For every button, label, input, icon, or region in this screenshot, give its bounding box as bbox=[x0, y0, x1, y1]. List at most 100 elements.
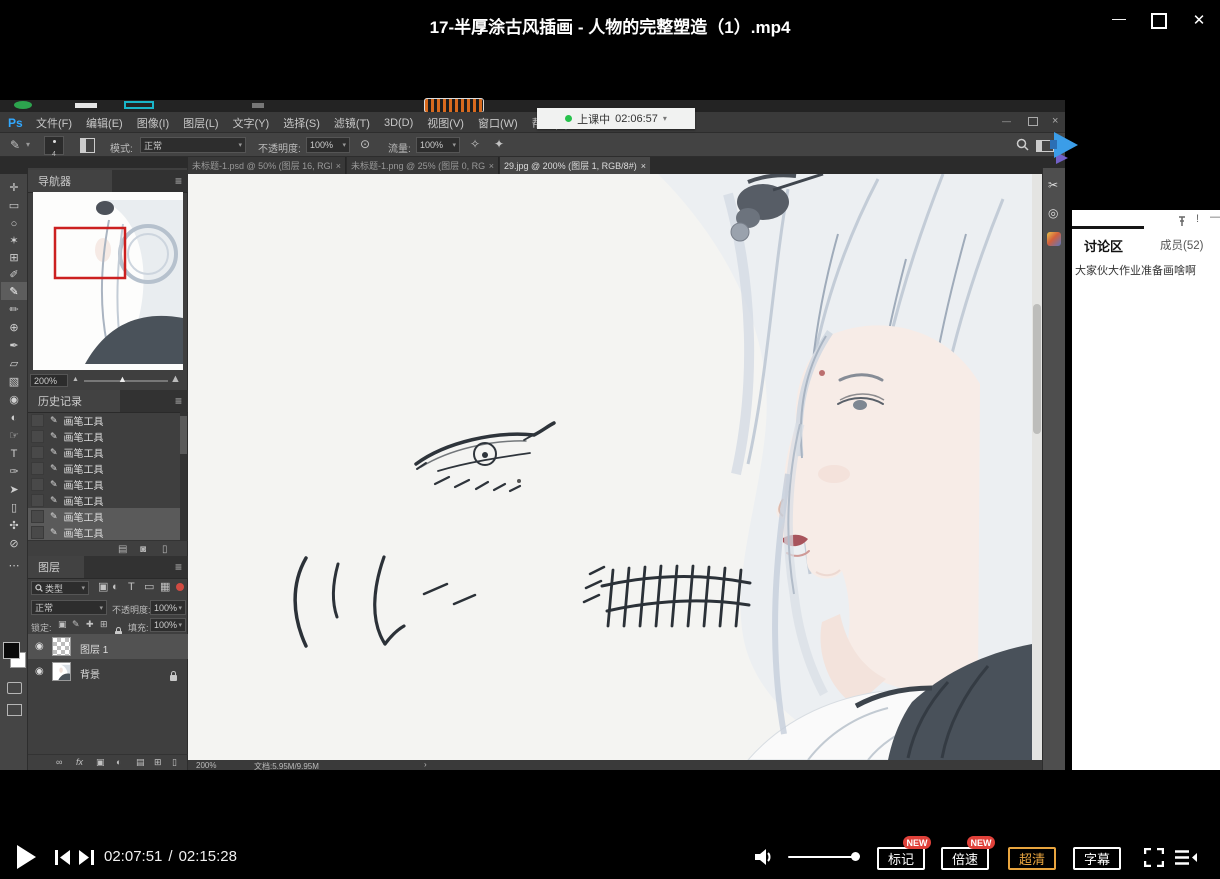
history-scrollbar[interactable] bbox=[180, 412, 187, 540]
history-source-checkbox[interactable] bbox=[31, 510, 44, 523]
volume-icon[interactable] bbox=[752, 846, 774, 868]
layer-mask-icon[interactable]: ▣ bbox=[96, 758, 105, 767]
window-maximize-button[interactable] bbox=[1151, 13, 1167, 29]
history-source-checkbox[interactable] bbox=[31, 494, 44, 507]
canvas-scrollbar-thumb[interactable] bbox=[1033, 304, 1041, 434]
tab-discussion[interactable]: 讨论区 bbox=[1084, 236, 1123, 255]
airbrush-icon[interactable]: ✧ bbox=[470, 138, 480, 150]
new-layer-icon[interactable]: ⊞ bbox=[154, 758, 162, 767]
canvas[interactable] bbox=[188, 174, 1032, 760]
layer-thumbnail[interactable] bbox=[52, 637, 71, 656]
history-brush-tool-icon[interactable]: ✒ bbox=[0, 338, 28, 355]
search-icon[interactable] bbox=[1016, 138, 1029, 151]
path-select-tool-icon[interactable]: ➤ bbox=[0, 482, 28, 499]
chat-minimize-icon[interactable]: — bbox=[1210, 211, 1220, 223]
screen-mode-icon[interactable] bbox=[7, 704, 22, 716]
previous-button[interactable] bbox=[54, 849, 71, 866]
navigator-thumbnail[interactable] bbox=[33, 192, 183, 370]
foreground-color-swatch[interactable] bbox=[3, 642, 20, 659]
history-source-checkbox[interactable] bbox=[31, 446, 44, 459]
lasso-tool-icon[interactable]: ○ bbox=[0, 216, 28, 233]
brush-preset-chevron-icon[interactable]: ▾ bbox=[26, 141, 30, 149]
filter-smartobj-icon[interactable]: ▦ bbox=[160, 582, 170, 593]
navigator-zoom-field[interactable]: 200% bbox=[30, 374, 68, 387]
zoom-in-icon[interactable]: ▲ bbox=[170, 373, 181, 385]
ps-maximize-button[interactable] bbox=[1028, 117, 1038, 126]
lock-artboard-icon[interactable]: ⊞ bbox=[100, 620, 108, 629]
layer-row-selected[interactable]: ◉ 图层 1 bbox=[28, 634, 188, 659]
history-source-checkbox[interactable] bbox=[31, 430, 44, 443]
marquee-tool-icon[interactable]: ▭ bbox=[0, 198, 28, 215]
panel-menu-icon[interactable]: ≡ bbox=[175, 174, 182, 188]
subtitle-button[interactable]: 字幕 bbox=[1073, 847, 1121, 870]
magic-wand-tool-icon[interactable]: ✶ bbox=[0, 233, 28, 250]
filter-adjustment-icon[interactable]: ◐ bbox=[112, 582, 119, 593]
delete-state-icon[interactable]: ▯ bbox=[162, 544, 168, 555]
brush-preview[interactable]: 4 bbox=[44, 136, 64, 155]
layer-name[interactable]: 图层 1 bbox=[80, 641, 108, 656]
new-snapshot-icon[interactable]: ◙ bbox=[140, 544, 146, 555]
pin-icon[interactable] bbox=[1177, 215, 1187, 227]
statusbar-chevron-icon[interactable]: › bbox=[424, 760, 427, 769]
adjustment-layer-icon[interactable]: ◐ bbox=[116, 758, 121, 767]
pressure-opacity-icon[interactable]: ⊙ bbox=[360, 138, 370, 150]
toggle-brush-panel-icon[interactable] bbox=[80, 138, 95, 153]
layer-group-icon[interactable]: ▤ bbox=[136, 758, 145, 767]
link-layers-icon[interactable]: ∞ bbox=[56, 758, 62, 767]
history-tab[interactable]: 历史记录 bbox=[28, 390, 120, 412]
layer-row-background[interactable]: ◉ 背景 bbox=[28, 659, 188, 684]
panel-menu-icon[interactable]: ≡ bbox=[175, 394, 182, 408]
clone-stamp-tool-icon[interactable]: ⊕ bbox=[0, 320, 28, 337]
zoom-tool-icon[interactable]: ⊘ bbox=[0, 536, 28, 553]
menu-3d[interactable]: 3D(D) bbox=[384, 117, 413, 129]
quick-mask-icon[interactable] bbox=[7, 682, 22, 694]
menu-layer[interactable]: 图层(L) bbox=[183, 115, 218, 131]
canvas-scrollbar[interactable] bbox=[1032, 174, 1042, 760]
history-step[interactable]: ✎画笔工具 bbox=[28, 428, 182, 444]
layer-type-filter[interactable]: 类型 ▾ bbox=[31, 581, 89, 595]
doc-tab-3-active[interactable]: 29.jpg @ 200% (图层 1, RGB/8#) * × bbox=[500, 157, 650, 174]
ps-minimize-button[interactable]: — bbox=[1002, 116, 1011, 126]
navigator-tab[interactable]: 导航器 bbox=[28, 170, 112, 192]
filter-shape-icon[interactable]: ▭ bbox=[144, 582, 154, 593]
volume-slider[interactable] bbox=[788, 856, 856, 858]
layer-name[interactable]: 背景 bbox=[80, 666, 100, 681]
history-step[interactable]: ✎画笔工具 bbox=[28, 476, 182, 492]
layers-opacity-select[interactable]: 100% ▾ bbox=[150, 600, 186, 615]
filter-pixel-icon[interactable]: ▣ bbox=[98, 582, 108, 593]
crop-tool-icon[interactable]: ⊞ bbox=[0, 250, 28, 267]
fullscreen-button[interactable] bbox=[1144, 848, 1164, 867]
play-button[interactable] bbox=[14, 844, 38, 870]
zoom-slider-thumb[interactable]: ▲ bbox=[118, 374, 127, 384]
flow-select[interactable]: 100% ▾ bbox=[416, 137, 460, 153]
history-step[interactable]: ✎画笔工具 bbox=[28, 460, 182, 476]
menu-view[interactable]: 视图(V) bbox=[427, 115, 464, 131]
menu-filter[interactable]: 滤镜(T) bbox=[334, 115, 370, 131]
menu-type[interactable]: 文字(Y) bbox=[233, 115, 270, 131]
speed-button[interactable]: 倍速 bbox=[941, 847, 989, 870]
menu-window[interactable]: 窗口(W) bbox=[478, 115, 518, 131]
tab-members[interactable]: 成员(52) bbox=[1160, 237, 1203, 253]
history-step-selected[interactable]: ✎画笔工具 bbox=[28, 524, 182, 540]
mode-select[interactable]: 正常 ▾ bbox=[140, 137, 246, 153]
tab-close-icon[interactable]: × bbox=[641, 161, 646, 171]
shape-tool-icon[interactable]: ▯ bbox=[0, 500, 28, 517]
menu-file[interactable]: 文件(F) bbox=[36, 115, 72, 131]
quality-button[interactable]: 超清 bbox=[1008, 847, 1056, 870]
chat-alert-icon[interactable]: ! bbox=[1196, 213, 1199, 225]
statusbar-zoom[interactable]: 200% bbox=[196, 761, 216, 770]
brush-tool-icon[interactable]: ✎ bbox=[0, 284, 28, 301]
history-source-checkbox[interactable] bbox=[31, 414, 44, 427]
brush-settings-icon[interactable] bbox=[1047, 232, 1061, 246]
window-minimize-button[interactable]: — bbox=[1106, 10, 1132, 26]
layer-style-icon[interactable]: fx bbox=[76, 758, 83, 767]
lock-position-icon[interactable]: ✚ bbox=[86, 620, 94, 629]
history-step[interactable]: ✎画笔工具 bbox=[28, 492, 182, 508]
history-source-checkbox[interactable] bbox=[31, 478, 44, 491]
move-tool-icon[interactable]: ✛ bbox=[0, 180, 28, 197]
eraser-tool-icon[interactable]: ▱ bbox=[0, 356, 28, 373]
eyedropper-tool-icon[interactable]: ✐ bbox=[0, 267, 28, 284]
history-scrollbar-thumb[interactable] bbox=[180, 416, 187, 454]
history-step-selected[interactable]: ✎画笔工具 bbox=[28, 508, 182, 524]
fill-select[interactable]: 100% ▾ bbox=[150, 618, 186, 632]
